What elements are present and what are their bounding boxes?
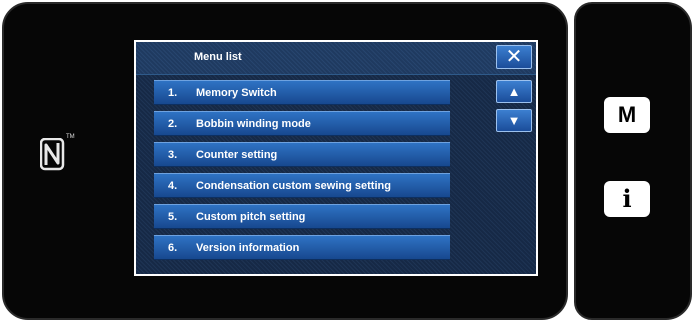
nfc-trademark: TM — [66, 134, 75, 140]
menu-item-number: 4. — [168, 180, 178, 192]
scroll-up-button[interactable]: ▲ — [496, 80, 532, 103]
m-button-label: M — [617, 102, 637, 127]
dialog-title: Menu list — [194, 51, 242, 63]
menu-item-label: Memory Switch — [196, 87, 277, 99]
menu-item-label: Counter setting — [196, 149, 278, 161]
menu-item-number: 1. — [168, 87, 178, 99]
control-panel: TM Menu list ✕ ▲ ▼ 1. Memory Switch 2. B… — [0, 0, 695, 324]
menu-item-custom-pitch-setting[interactable]: 5. Custom pitch setting — [154, 204, 450, 229]
menu-item-number: 5. — [168, 211, 178, 223]
menu-item-memory-switch[interactable]: 1. Memory Switch — [154, 80, 450, 105]
menu-list-dialog: Menu list ✕ ▲ ▼ 1. Memory Switch 2. Bobb… — [136, 42, 536, 274]
dialog-titlebar: Menu list ✕ — [136, 42, 536, 75]
menu-item-label: Bobbin winding mode — [196, 118, 311, 130]
menu-item-condensation-custom-sewing[interactable]: 4. Condensation custom sewing setting — [154, 173, 450, 198]
menu-item-number: 2. — [168, 118, 178, 130]
scroll-down-button[interactable]: ▼ — [496, 109, 532, 132]
close-icon: ✕ — [505, 46, 523, 68]
m-button[interactable]: M — [604, 97, 650, 133]
side-key-bezel — [574, 2, 692, 320]
arrow-up-icon: ▲ — [507, 84, 521, 99]
close-button[interactable]: ✕ — [496, 45, 532, 69]
menu-list: 1. Memory Switch 2. Bobbin winding mode … — [154, 80, 450, 266]
info-icon: i — [622, 184, 632, 213]
menu-item-version-information[interactable]: 6. Version information — [154, 235, 450, 260]
menu-item-label: Version information — [196, 242, 300, 254]
menu-item-number: 3. — [168, 149, 178, 161]
menu-item-counter-setting[interactable]: 3. Counter setting — [154, 142, 450, 167]
menu-item-number: 6. — [168, 242, 178, 254]
menu-item-label: Condensation custom sewing setting — [196, 180, 391, 192]
menu-item-label: Custom pitch setting — [196, 211, 306, 223]
nfc-icon: TM — [39, 134, 75, 176]
menu-item-bobbin-winding-mode[interactable]: 2. Bobbin winding mode — [154, 111, 450, 136]
info-button[interactable]: i — [604, 181, 650, 217]
arrow-down-icon: ▼ — [507, 113, 521, 128]
lcd-screen: Menu list ✕ ▲ ▼ 1. Memory Switch 2. Bobb… — [134, 40, 538, 276]
